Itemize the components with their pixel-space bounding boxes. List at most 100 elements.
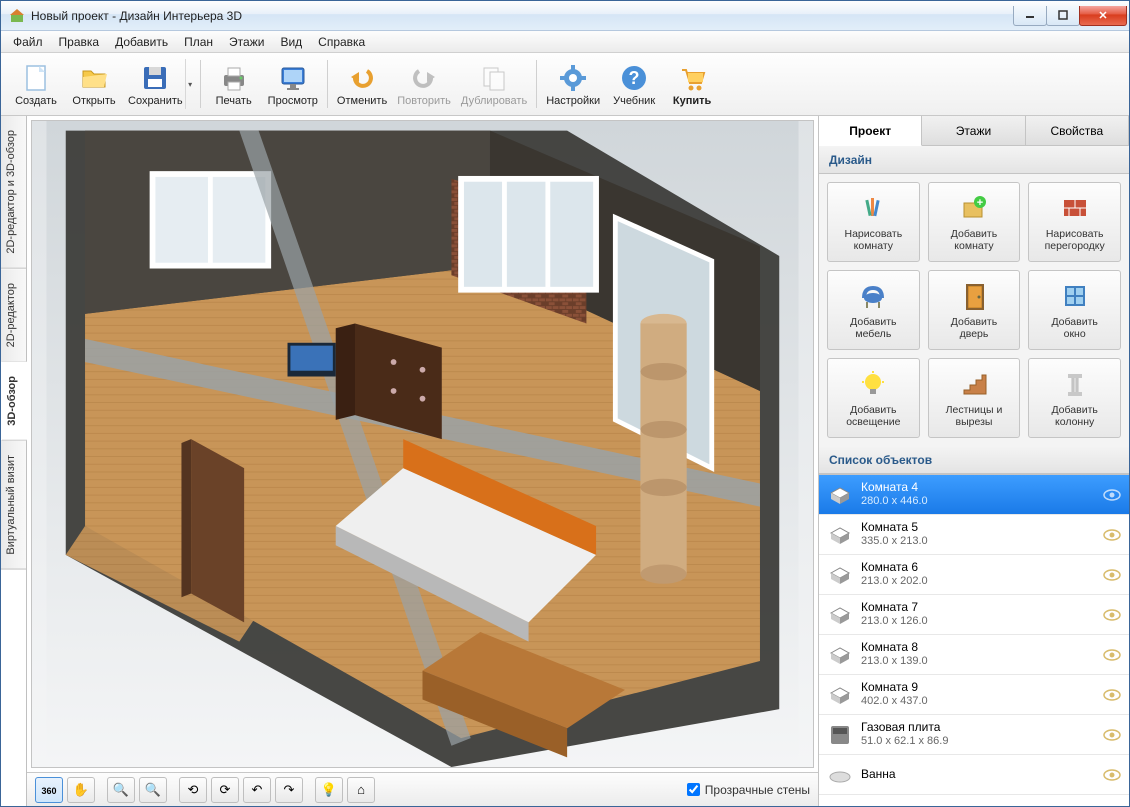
maximize-button[interactable]: [1046, 6, 1080, 26]
add-window-label: Добавить окно: [1051, 316, 1097, 340]
design-section-header: Дизайн: [819, 146, 1129, 174]
pan-tool[interactable]: ✋: [67, 777, 95, 803]
menu-4[interactable]: Этажи: [221, 32, 272, 52]
visibility-eye-icon[interactable]: [1103, 729, 1121, 741]
title-bar: Новый проект - Дизайн Интерьера 3D ✕: [1, 1, 1129, 31]
save-button[interactable]: Сохранить▾: [123, 56, 196, 112]
vtab-2d[interactable]: 2D-редактор: [1, 269, 26, 362]
object-dimensions: 335.0 x 213.0: [861, 535, 1103, 548]
add-room-card[interactable]: +Добавить комнату: [928, 182, 1021, 262]
zoom-out-tool[interactable]: 🔍: [107, 777, 135, 803]
vtab-3d[interactable]: 3D-обзор: [1, 362, 27, 441]
object-dimensions: 213.0 x 202.0: [861, 575, 1103, 588]
right-tabs: ПроектЭтажиСвойства: [819, 116, 1129, 146]
visibility-eye-icon[interactable]: [1103, 689, 1121, 701]
close-button[interactable]: ✕: [1079, 6, 1127, 26]
view-button[interactable]: Просмотр: [263, 56, 323, 112]
menu-2[interactable]: Добавить: [107, 32, 176, 52]
help-button[interactable]: ? Учебник: [605, 56, 663, 112]
draw-wall-card[interactable]: Нарисовать перегородку: [1028, 182, 1121, 262]
tilt-down-tool[interactable]: ⟳: [211, 777, 239, 803]
menu-6[interactable]: Справка: [310, 32, 373, 52]
visibility-eye-icon[interactable]: [1103, 529, 1121, 541]
help-icon: ?: [618, 62, 650, 94]
visibility-eye-icon[interactable]: [1103, 569, 1121, 581]
menu-0[interactable]: Файл: [5, 32, 51, 52]
object-row[interactable]: Газовая плита51.0 x 62.1 x 86.9: [819, 715, 1129, 755]
add-room-label: Добавить комнату: [951, 228, 997, 252]
add-furn-card[interactable]: Добавить мебель: [827, 270, 920, 350]
diskette-icon: [139, 62, 171, 94]
open-label: Открыть: [72, 95, 115, 107]
rtab-props[interactable]: Свойства: [1026, 116, 1129, 145]
vtab-tour[interactable]: Виртуальный визит: [1, 441, 26, 570]
add-column-card[interactable]: Добавить колонну: [1028, 358, 1121, 438]
objects-section-header: Список объектов: [819, 446, 1129, 474]
visibility-eye-icon[interactable]: [1103, 769, 1121, 781]
window-title: Новый проект - Дизайн Интерьера 3D: [31, 9, 1014, 23]
rotate-left-tool[interactable]: ↶: [243, 777, 271, 803]
object-list[interactable]: Комната 4280.0 x 446.0Комната 5335.0 x 2…: [819, 474, 1129, 806]
print-button[interactable]: Печать: [205, 56, 263, 112]
main-toolbar: Создать Открыть Сохранить▾ПечатьПросмотрОт…: [1, 53, 1129, 116]
minimize-button[interactable]: [1013, 6, 1047, 26]
workspace: 2D-редактор и 3D-обзор2D-редактор3D-обзо…: [1, 116, 1129, 806]
settings-button[interactable]: Настройки: [541, 56, 605, 112]
object-row[interactable]: Комната 5335.0 x 213.0: [819, 515, 1129, 555]
create-button[interactable]: Создать: [7, 56, 65, 112]
draw-wall-label: Нарисовать перегородку: [1045, 228, 1105, 252]
scene-3d: [32, 121, 813, 767]
object-type-icon: [827, 562, 853, 588]
add-window-card[interactable]: Добавить окно: [1028, 270, 1121, 350]
center-pane: 360✋ 🔍🔍 ⟲ ⟳ ↶ ↷ 💡 ⌂ Прозрачные стены: [27, 116, 819, 806]
buy-button[interactable]: Купить: [663, 56, 721, 112]
draw-room-card[interactable]: Нарисовать комнату: [827, 182, 920, 262]
add-door-card[interactable]: Добавить дверь: [928, 270, 1021, 350]
dup-button[interactable]: Дублировать: [456, 56, 532, 112]
svg-text:?: ?: [629, 68, 640, 88]
redo-button[interactable]: Повторить: [392, 56, 456, 112]
menu-1[interactable]: Правка: [51, 32, 108, 52]
object-row[interactable]: Комната 6213.0 x 202.0: [819, 555, 1129, 595]
tilt-up-icon: ⟲: [188, 782, 199, 798]
add-light-card[interactable]: Добавить освещение: [827, 358, 920, 438]
menu-3[interactable]: План: [176, 32, 221, 52]
vtab-combo[interactable]: 2D-редактор и 3D-обзор: [1, 116, 26, 269]
transparent-walls-input[interactable]: [687, 783, 700, 796]
visibility-eye-icon[interactable]: [1103, 489, 1121, 501]
visibility-eye-icon[interactable]: [1103, 609, 1121, 621]
printer-icon: [218, 62, 250, 94]
transparent-walls-checkbox[interactable]: Прозрачные стены: [687, 783, 810, 797]
object-row[interactable]: Комната 9402.0 x 437.0: [819, 675, 1129, 715]
rtab-project[interactable]: Проект: [819, 116, 922, 146]
object-row[interactable]: Комната 7213.0 x 126.0: [819, 595, 1129, 635]
object-name: Комната 7: [861, 601, 1103, 615]
open-button[interactable]: Открыть: [65, 56, 123, 112]
undo-button[interactable]: Отменить: [332, 56, 392, 112]
home-icon: ⌂: [357, 782, 365, 797]
help-label: Учебник: [613, 95, 655, 107]
menu-5[interactable]: Вид: [272, 32, 310, 52]
rotate-right-tool[interactable]: ↷: [275, 777, 303, 803]
object-type-icon: [827, 482, 853, 508]
object-row[interactable]: Ванна: [819, 755, 1129, 795]
stairs-label: Лестницы и вырезы: [946, 404, 1003, 428]
home-tool[interactable]: ⌂: [347, 777, 375, 803]
menu-bar: ФайлПравкаДобавитьПланЭтажиВидСправка: [1, 31, 1129, 53]
rotate-left-icon: ↶: [252, 782, 263, 798]
object-row[interactable]: Комната 4280.0 x 446.0: [819, 475, 1129, 515]
rtab-floors[interactable]: Этажи: [922, 116, 1025, 145]
light-tool[interactable]: 💡: [315, 777, 343, 803]
object-name: Ванна: [861, 768, 1103, 782]
viewport-toolbar: 360✋ 🔍🔍 ⟲ ⟳ ↶ ↷ 💡 ⌂ Прозрачные стены: [27, 772, 818, 806]
object-row[interactable]: Комната 8213.0 x 139.0: [819, 635, 1129, 675]
zoom-in-tool[interactable]: 🔍: [139, 777, 167, 803]
dropdown-arrow-icon[interactable]: ▾: [185, 59, 195, 109]
visibility-eye-icon[interactable]: [1103, 649, 1121, 661]
tilt-up-tool[interactable]: ⟲: [179, 777, 207, 803]
cart-icon: [676, 62, 708, 94]
viewport-3d[interactable]: [31, 120, 814, 768]
360-tool[interactable]: 360: [35, 777, 63, 803]
stairs-card[interactable]: Лестницы и вырезы: [928, 358, 1021, 438]
duplicate-icon: [478, 62, 510, 94]
